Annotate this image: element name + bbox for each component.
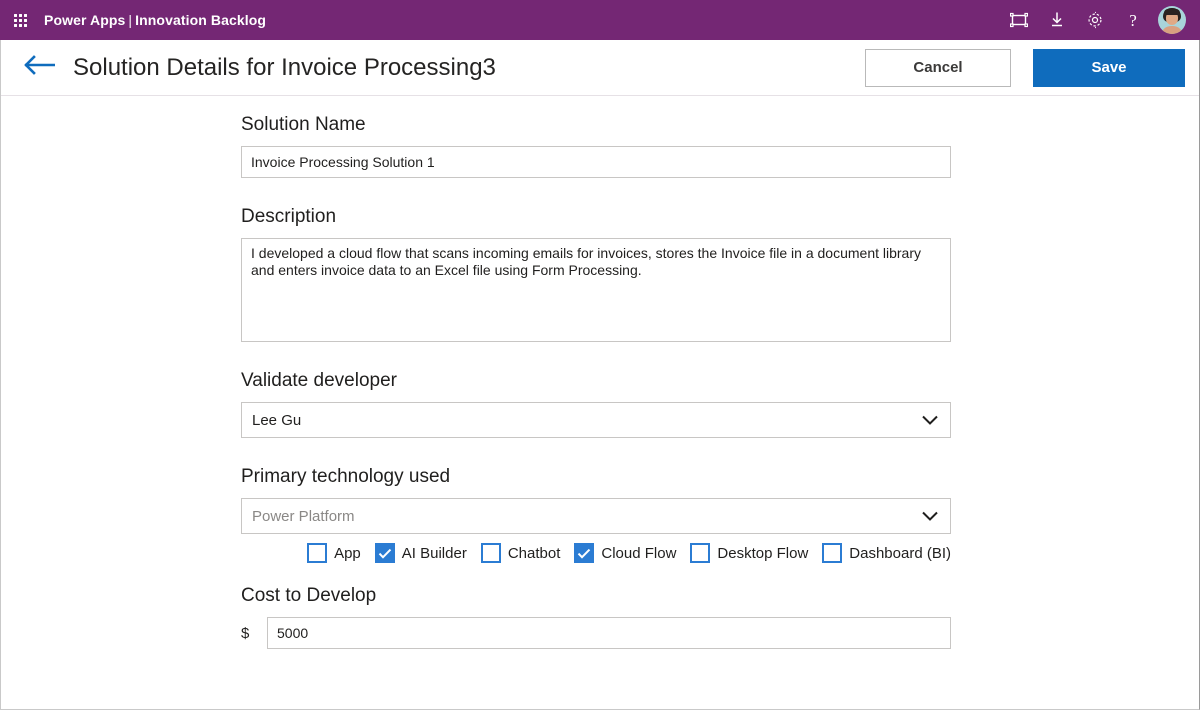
validate-developer-value: Lee Gu: [252, 411, 302, 429]
checkbox-unchecked-icon[interactable]: [307, 543, 328, 563]
solution-name-label: Solution Name: [241, 114, 366, 135]
checkbox-unchecked-icon[interactable]: [822, 543, 843, 563]
field-solution-name: Solution Name Invoice Processing Solutio…: [241, 114, 951, 178]
waffle-grid-icon: [13, 13, 27, 27]
download-button[interactable]: [1038, 0, 1076, 40]
field-primary-technology: Primary technology used Power Platform: [241, 466, 951, 534]
checkbox-checked-icon[interactable]: [374, 543, 395, 563]
primary-technology-dropdown[interactable]: Power Platform: [241, 498, 951, 534]
checkbox-unchecked-icon[interactable]: [690, 543, 711, 563]
avatar-button[interactable]: [1152, 0, 1192, 40]
screen-frame-icon: [1010, 12, 1028, 28]
cost-to-develop-row: $ 5000: [241, 617, 951, 649]
currency-prefix: $: [241, 624, 250, 642]
avatar-fringe: [1164, 9, 1180, 15]
cost-to-develop-input[interactable]: 5000: [267, 617, 951, 649]
technology-checkbox-dashboard-bi[interactable]: Dashboard (BI): [822, 543, 951, 563]
suite-actions: ?: [1000, 0, 1192, 40]
field-cost-to-develop: Cost to Develop: [241, 585, 951, 607]
technology-checkbox-group: App AI Builder Chatbot Cloud Flow Desktop Fl…: [241, 543, 951, 563]
settings-button[interactable]: [1076, 0, 1114, 40]
field-validate-developer: Validate developer Lee Gu: [241, 370, 951, 438]
solution-name-input[interactable]: Invoice Processing Solution 1: [241, 146, 951, 178]
validate-developer-label: Validate developer: [241, 370, 397, 391]
primary-technology-value: Power Platform: [252, 507, 355, 525]
description-label: Description: [241, 206, 337, 227]
screen-frame-button[interactable]: [1000, 0, 1038, 40]
suite-bar: Power Apps | Innovation Backlog ?: [0, 0, 1200, 40]
technology-checkbox-chatbot[interactable]: Chatbot: [480, 543, 561, 563]
checkbox-checked-icon[interactable]: [574, 543, 595, 563]
technology-checkbox-label: Chatbot: [507, 544, 561, 562]
description-input[interactable]: I developed a cloud flow that scans inco…: [241, 238, 951, 342]
technology-checkbox-label: Cloud Flow: [601, 544, 677, 562]
suite-branding[interactable]: Power Apps | Innovation Backlog: [40, 12, 266, 28]
waffle-menu-button[interactable]: [0, 0, 40, 40]
technology-checkbox-label: Dashboard (BI): [849, 544, 951, 562]
suite-app-name: Innovation Backlog: [135, 12, 267, 28]
help-button[interactable]: ?: [1114, 0, 1152, 40]
app-frame: Solution Details for Invoice Processing3…: [0, 40, 1200, 710]
checkbox-unchecked-icon[interactable]: [480, 543, 501, 563]
technology-checkbox-label: AI Builder: [401, 544, 467, 562]
technology-checkbox-label: Desktop Flow: [717, 544, 809, 562]
save-button[interactable]: Save: [1033, 48, 1185, 87]
chevron-down-icon: [920, 413, 940, 427]
validate-developer-dropdown[interactable]: Lee Gu: [241, 402, 951, 438]
technology-checkbox-ai-builder[interactable]: AI Builder: [374, 543, 467, 563]
solution-details-form: Solution Name Invoice Processing Solutio…: [1, 96, 1199, 709]
field-description: Description I developed a cloud flow tha…: [241, 206, 951, 342]
cancel-button[interactable]: Cancel: [865, 48, 1011, 87]
technology-checkbox-desktop-flow[interactable]: Desktop Flow: [690, 543, 808, 563]
technology-checkbox-app[interactable]: App: [307, 543, 361, 563]
cost-to-develop-label: Cost to Develop: [241, 585, 377, 606]
primary-technology-label: Primary technology used: [241, 466, 451, 487]
suite-brand-label: Power Apps: [44, 12, 126, 28]
gear-icon: [1086, 11, 1104, 29]
chevron-down-icon: [920, 509, 940, 523]
back-button[interactable]: [19, 47, 61, 89]
help-icon: ?: [1129, 10, 1137, 30]
page-title: Solution Details for Invoice Processing3: [73, 53, 496, 81]
technology-checkbox-label: App: [334, 544, 361, 562]
technology-checkbox-cloud-flow[interactable]: Cloud Flow: [574, 543, 676, 563]
avatar: [1158, 6, 1186, 34]
command-bar: Solution Details for Invoice Processing3…: [1, 40, 1199, 96]
download-icon: [1049, 11, 1065, 29]
back-arrow-icon: [23, 54, 57, 81]
avatar-body: [1161, 26, 1183, 34]
suite-brand-separator: |: [128, 12, 133, 28]
